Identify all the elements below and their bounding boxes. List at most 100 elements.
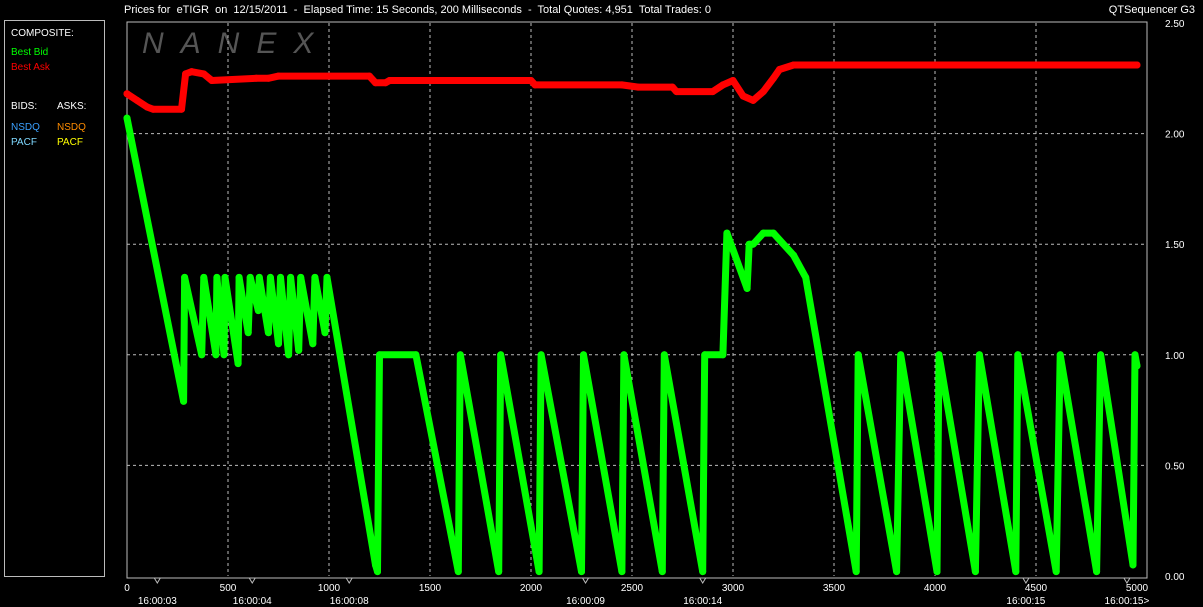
- data-point-best-bid: [1012, 568, 1020, 576]
- data-point-best-bid: [620, 351, 628, 359]
- data-point-best-ask: [208, 77, 216, 85]
- time-marker: [581, 577, 590, 584]
- time-marker: [698, 577, 707, 584]
- time-label: 16:00:15: [1006, 596, 1045, 607]
- data-point-best-bid: [198, 351, 206, 359]
- data-point-best-bid: [971, 568, 979, 576]
- data-point-best-bid: [285, 351, 293, 359]
- time-marker: [153, 577, 162, 584]
- price-chart: NANEX 0 500 1000 1500 2000 2500 3000 3500 4000 45…: [123, 19, 1185, 607]
- x-tick-label: 2500: [621, 583, 644, 594]
- x-tick-label: 2000: [520, 583, 543, 594]
- data-point-best-bid: [975, 351, 983, 359]
- data-point-best-ask: [252, 74, 260, 82]
- data-point-best-ask: [386, 77, 394, 85]
- data-point-best-ask: [178, 105, 186, 113]
- data-point-best-bid: [802, 273, 810, 281]
- data-point-best-bid: [287, 273, 295, 281]
- data-point-best-ask: [769, 74, 777, 82]
- data-point-best-bid: [123, 114, 131, 122]
- data-point-best-bid: [221, 273, 229, 281]
- x-tick-label: 500: [220, 583, 237, 594]
- data-point-best-bid: [790, 251, 798, 259]
- y-tick-label: 0.00: [1165, 572, 1185, 583]
- data-point-best-bid: [376, 351, 383, 359]
- data-point-best-ask: [672, 88, 680, 96]
- data-point-best-bid: [719, 351, 727, 359]
- data-point-best-bid: [321, 329, 329, 337]
- data-point-best-bid: [618, 568, 626, 576]
- data-point-best-bid: [323, 273, 331, 281]
- time-label: 16:00:14: [683, 596, 722, 607]
- data-point-best-bid: [769, 229, 777, 237]
- data-point-best-ask: [719, 81, 727, 89]
- data-point-best-bid: [1014, 351, 1022, 359]
- data-point-best-bid: [897, 351, 905, 359]
- data-point-best-bid: [200, 273, 208, 281]
- data-point-best-bid: [1052, 568, 1060, 576]
- data-point-best-ask: [371, 79, 379, 87]
- data-point-best-bid: [1056, 351, 1064, 359]
- time-marker: [248, 577, 257, 584]
- data-point-best-ask: [634, 83, 642, 91]
- data-point-best-bid: [371, 561, 379, 569]
- x-tick-label: 0: [124, 583, 130, 594]
- data-point-best-ask: [618, 81, 626, 89]
- data-point-best-ask: [143, 103, 151, 111]
- y-tick-label: 2.50: [1165, 19, 1185, 30]
- data-point-best-bid: [246, 273, 254, 281]
- x-tick-label: 1500: [419, 583, 442, 594]
- data-point-best-bid: [373, 568, 381, 576]
- data-point-best-ask: [149, 105, 157, 113]
- data-point-best-ask: [709, 88, 717, 96]
- x-tick-label: 4500: [1025, 583, 1048, 594]
- data-point-best-ask: [275, 72, 282, 80]
- data-point-best-bid: [213, 273, 221, 281]
- x-tick-label: 5000: [1126, 583, 1149, 594]
- data-point-best-bid: [1133, 362, 1141, 370]
- data-point-best-bid: [1097, 351, 1105, 359]
- time-label: 16:00:04: [233, 596, 272, 607]
- data-point-best-bid: [220, 351, 228, 359]
- data-point-best-bid: [1131, 351, 1139, 359]
- data-point-best-bid: [309, 340, 317, 348]
- data-point-best-bid: [497, 351, 505, 359]
- time-marker: [345, 577, 354, 584]
- data-point-best-bid: [495, 568, 503, 576]
- data-point-best-bid: [743, 284, 751, 292]
- data-point-best-bid: [935, 351, 943, 359]
- data-point-best-bid: [699, 568, 707, 576]
- y-tick-label: 1.50: [1165, 240, 1185, 251]
- data-point-best-bid: [244, 329, 252, 337]
- x-tick-label: 3500: [823, 583, 846, 594]
- watermark: NANEX: [142, 27, 330, 60]
- data-point-best-bid: [658, 568, 666, 576]
- y-tick-label: 1.00: [1165, 351, 1185, 362]
- time-label: 16:00:15>: [1105, 596, 1150, 607]
- time-label: 16:00:08: [330, 596, 369, 607]
- data-point-best-bid: [893, 568, 901, 576]
- data-point-best-bid: [277, 273, 285, 281]
- data-point-best-bid: [535, 568, 543, 576]
- data-point-best-ask: [188, 68, 196, 76]
- time-label: 16:00:09: [566, 596, 605, 607]
- data-point-best-ask: [759, 88, 767, 96]
- data-point-best-bid: [1093, 568, 1101, 576]
- data-point-best-bid: [701, 351, 709, 359]
- data-point-best-bid: [212, 351, 220, 359]
- x-tick-label: 3000: [722, 583, 745, 594]
- data-point-best-bid: [759, 229, 767, 237]
- data-point-best-ask: [531, 81, 539, 89]
- data-point-best-bid: [180, 397, 188, 405]
- data-point-best-ask: [133, 96, 141, 104]
- data-point-best-bid: [295, 346, 303, 354]
- x-tick-label: 4000: [924, 583, 947, 594]
- data-point-best-bid: [235, 273, 243, 281]
- data-point-best-bid: [412, 351, 420, 359]
- data-point-best-ask: [1133, 61, 1141, 69]
- data-point-best-bid: [181, 273, 189, 281]
- data-point-best-bid: [854, 351, 862, 359]
- data-point-best-bid: [660, 351, 668, 359]
- data-point-best-ask: [264, 74, 272, 82]
- data-point-best-ask: [775, 65, 783, 73]
